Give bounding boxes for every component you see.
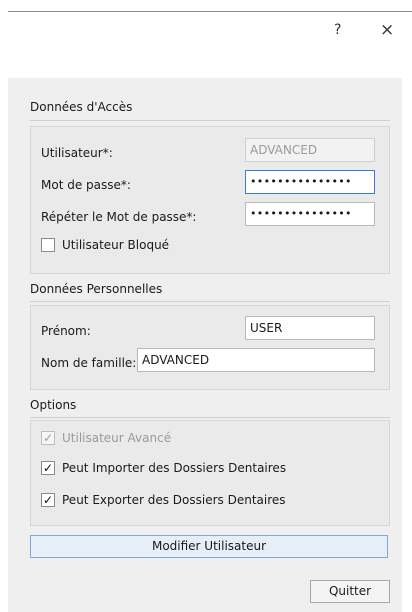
user-label: Utilisateur*: xyxy=(41,146,113,160)
personal-section-title: Données Personnelles xyxy=(30,282,163,296)
help-icon[interactable]: ? xyxy=(334,22,341,38)
modify-user-button[interactable]: Modifier Utilisateur xyxy=(30,535,388,558)
import-records-checkbox[interactable]: ✓ xyxy=(41,461,55,475)
user-field: ADVANCED xyxy=(245,138,375,162)
export-records-label[interactable]: Peut Exporter des Dossiers Dentaires xyxy=(62,493,286,507)
password-label: Mot de passe*: xyxy=(41,178,131,192)
titlebar-line xyxy=(8,11,412,12)
lastname-field[interactable]: ADVANCED xyxy=(137,348,375,372)
advanced-user-checkbox: ✓ xyxy=(41,431,55,445)
firstname-label: Prénom: xyxy=(41,324,91,338)
options-section-title: Options xyxy=(30,398,77,412)
access-group: Utilisateur*: ADVANCED Mot de passe*: ••… xyxy=(30,126,390,274)
repeat-password-label: Répéter le Mot de passe*: xyxy=(41,210,197,224)
lastname-label: Nom de famille: xyxy=(41,356,137,370)
advanced-user-label: Utilisateur Avancé xyxy=(62,431,172,445)
import-records-label[interactable]: Peut Importer des Dossiers Dentaires xyxy=(62,461,286,475)
quit-button[interactable]: Quitter xyxy=(310,580,390,603)
repeat-password-field[interactable]: ••••••••••••••• xyxy=(245,202,375,226)
close-icon[interactable]: × xyxy=(380,20,394,40)
firstname-field[interactable]: USER xyxy=(245,316,375,340)
personal-group: Prénom: USER Nom de famille: ADVANCED xyxy=(30,305,390,390)
export-records-checkbox[interactable]: ✓ xyxy=(41,493,55,507)
blocked-user-label[interactable]: Utilisateur Bloqué xyxy=(62,238,169,252)
options-group: ✓ Utilisateur Avancé ✓ Peut Importer des… xyxy=(30,420,390,526)
options-separator xyxy=(30,417,390,418)
access-separator xyxy=(30,120,390,121)
password-field[interactable]: ••••••••••••••• xyxy=(245,170,375,194)
blocked-user-checkbox[interactable] xyxy=(41,238,55,252)
access-section-title: Données d'Accès xyxy=(30,100,133,114)
personal-separator xyxy=(30,301,390,302)
